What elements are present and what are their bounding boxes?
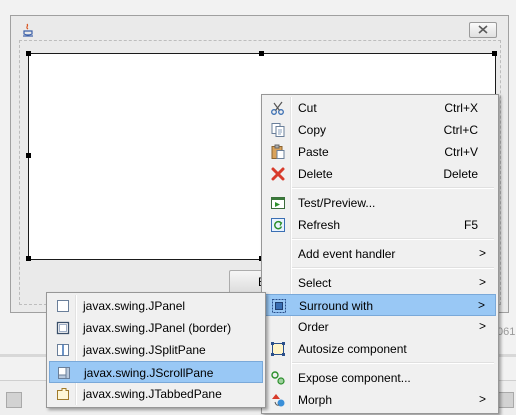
chevron-right-icon: >: [478, 319, 486, 333]
menu-separator: [292, 238, 494, 240]
surround-with-submenu: javax.swing.JPanel javax.swing.JPanel (b…: [46, 292, 266, 408]
menu-item-morph[interactable]: Morph >: [264, 389, 496, 411]
menu-separator: [292, 187, 494, 189]
submenu-item-label: javax.swing.JScrollPane: [84, 366, 214, 380]
split-pane-icon: [55, 342, 71, 358]
submenu-item-label: javax.swing.JTabbedPane: [83, 387, 222, 401]
chevron-right-icon: >: [478, 246, 486, 260]
preview-icon: [270, 195, 286, 211]
copy-icon: [270, 122, 286, 138]
surround-icon: [271, 298, 287, 314]
close-icon: [478, 25, 488, 34]
autosize-icon: [270, 341, 286, 357]
menu-item-label: Order: [298, 320, 329, 334]
chevron-right-icon: >: [478, 275, 486, 289]
menu-item-label: Delete: [298, 167, 333, 181]
panel-border-icon: [55, 320, 71, 336]
submenu-item-label: javax.swing.JPanel (border): [83, 321, 232, 335]
menu-item-label: Morph: [298, 393, 333, 407]
window-close-button[interactable]: [469, 22, 497, 38]
menu-item-label: Add event handler: [298, 247, 396, 261]
menu-item-label: Autosize component: [298, 342, 407, 356]
menu-item-shortcut: Ctrl+X: [444, 101, 478, 115]
submenu-item-jscrollpane[interactable]: javax.swing.JScrollPane: [49, 361, 263, 383]
menu-item-surround-with[interactable]: Surround with >: [264, 294, 496, 316]
background-line-number: 061: [497, 326, 516, 338]
refresh-icon: [270, 217, 286, 233]
menu-item-shortcut: Ctrl+C: [443, 123, 478, 137]
context-menu: Cut Ctrl+X Copy Ctrl+C Paste Ctrl+V Dele…: [261, 94, 499, 414]
tabbed-pane-icon: [55, 386, 71, 402]
menu-item-shortcut: Delete: [443, 167, 478, 181]
menu-item-add-event-handler[interactable]: Add event handler >: [264, 243, 496, 265]
resize-handle[interactable]: [492, 51, 497, 56]
resize-handle[interactable]: [26, 256, 31, 261]
menu-item-select[interactable]: Select >: [264, 272, 496, 294]
scroll-pane-icon: [56, 365, 72, 381]
toolbar-icon[interactable]: [498, 392, 514, 408]
submenu-item-jtabbedpane[interactable]: javax.swing.JTabbedPane: [49, 383, 263, 405]
chevron-right-icon: >: [477, 298, 485, 312]
scissors-icon: [270, 100, 286, 116]
menu-item-test-preview[interactable]: Test/Preview...: [264, 192, 496, 214]
resize-handle[interactable]: [26, 51, 31, 56]
morph-icon: [270, 392, 286, 408]
menu-item-copy[interactable]: Copy Ctrl+C: [264, 119, 496, 141]
menu-item-cut[interactable]: Cut Ctrl+X: [264, 97, 496, 119]
menu-item-label: Refresh: [298, 218, 341, 232]
menu-item-label: Surround with: [299, 299, 374, 313]
submenu-item-jpanel-border[interactable]: javax.swing.JPanel (border): [49, 317, 263, 339]
menu-item-label: Expose component...: [298, 371, 411, 385]
toolbar-icon[interactable]: [6, 392, 22, 408]
panel-icon: [55, 298, 71, 314]
menu-item-label: Test/Preview...: [298, 196, 376, 210]
chevron-right-icon: >: [478, 392, 486, 406]
menu-item-autosize[interactable]: Autosize component: [264, 338, 496, 360]
menu-item-label: Paste: [298, 145, 329, 159]
submenu-item-label: javax.swing.JPanel: [83, 299, 186, 313]
submenu-item-jsplitpane[interactable]: javax.swing.JSplitPane: [49, 339, 263, 361]
resize-handle[interactable]: [26, 153, 31, 158]
menu-separator: [292, 362, 494, 364]
submenu-item-label: javax.swing.JSplitPane: [83, 343, 206, 357]
submenu-item-jpanel[interactable]: javax.swing.JPanel: [49, 295, 263, 317]
menu-item-delete[interactable]: Delete Delete: [264, 163, 496, 185]
java-cup-icon: [22, 23, 34, 37]
menu-item-paste[interactable]: Paste Ctrl+V: [264, 141, 496, 163]
delete-icon: [270, 166, 286, 182]
paste-icon: [270, 144, 286, 160]
resize-handle[interactable]: [259, 51, 264, 56]
menu-item-label: Cut: [298, 101, 317, 115]
menu-item-label: Copy: [298, 123, 327, 137]
menu-item-shortcut: F5: [463, 218, 478, 232]
expose-icon: [270, 370, 286, 386]
menu-item-shortcut: Ctrl+V: [444, 145, 478, 159]
menu-item-refresh[interactable]: Refresh F5: [264, 214, 496, 236]
menu-separator: [292, 267, 494, 269]
menu-item-label: Select: [298, 276, 332, 290]
menu-item-expose[interactable]: Expose component...: [264, 367, 496, 389]
menu-item-order[interactable]: Order >: [264, 316, 496, 338]
